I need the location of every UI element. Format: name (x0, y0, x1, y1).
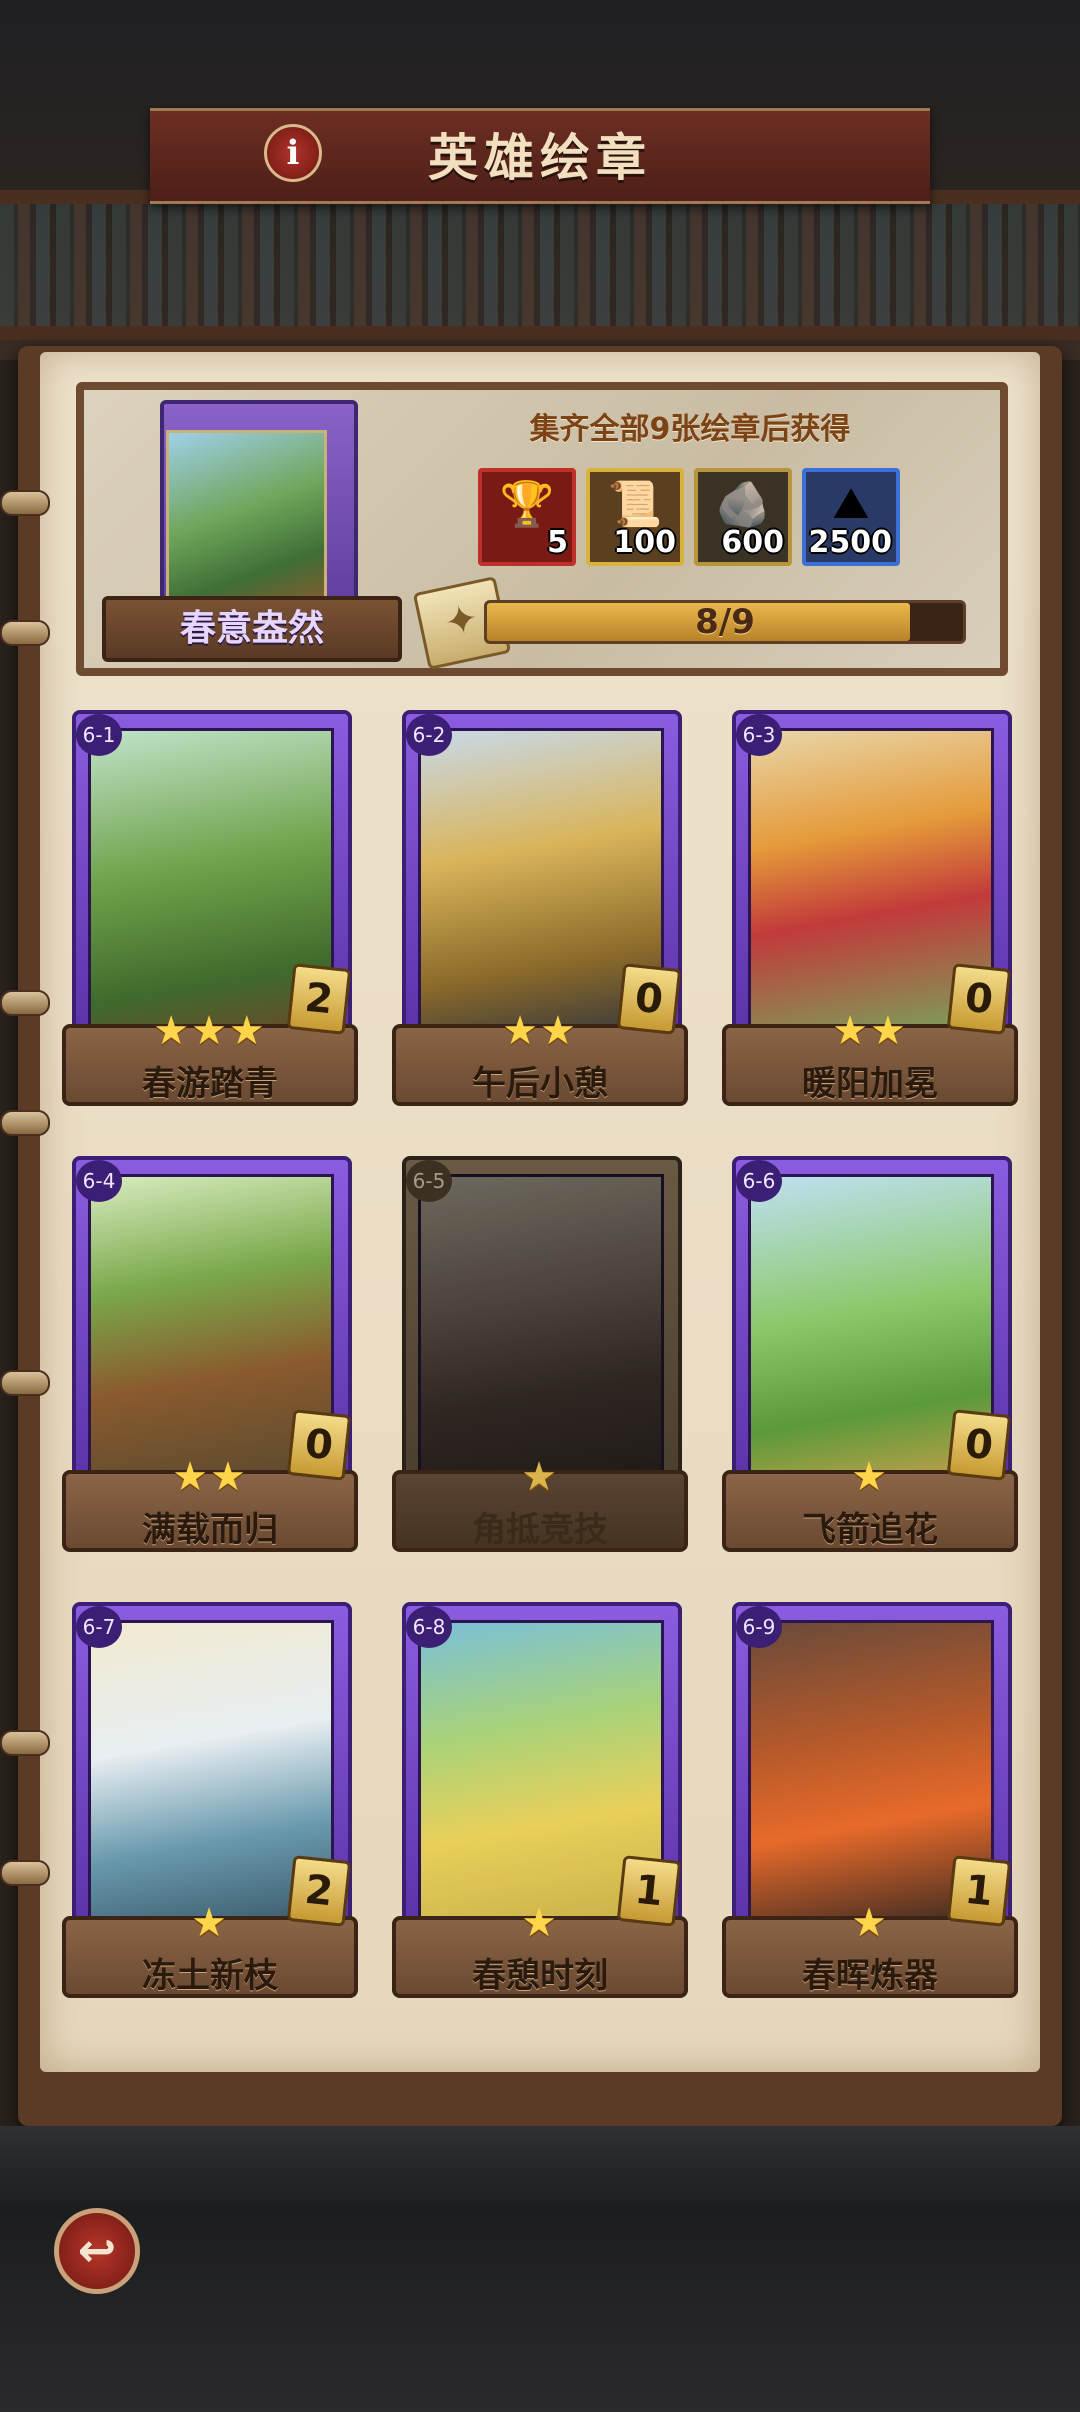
card-stars: ★ (521, 1454, 559, 1500)
reward-item[interactable]: 📜 100 (586, 468, 684, 566)
card-number: 6-5 (406, 1160, 452, 1202)
card-duplicate-count: 2 (286, 1855, 352, 1927)
card-number: 6-9 (736, 1606, 782, 1648)
card-duplicate-count: 0 (616, 963, 682, 1035)
bookshelf-background (0, 190, 1080, 340)
picture-card[interactable]: 6-9 ★ 春晖炼器 1 (722, 1602, 1018, 2002)
reward-item[interactable]: 🏆 5 (478, 468, 576, 566)
card-name: 春游踏青 (142, 1064, 278, 1104)
shelf-board (0, 326, 1080, 340)
card-number: 6-7 (76, 1606, 122, 1648)
reward-title: 集齐全部9张绘章后获得 (529, 412, 851, 447)
picture-card[interactable]: 6-4 ★★ 满载而归 0 (62, 1156, 358, 1556)
back-button[interactable]: ↩ (54, 2208, 140, 2294)
chest-icon: 🏆 (499, 479, 555, 530)
binder-ring (0, 1730, 50, 1756)
binder-ring (0, 620, 50, 646)
picture-card[interactable]: 6-6 ★ 飞箭追花 0 (722, 1156, 1018, 1556)
picture-card[interactable]: 6-2 ★★ 午后小憩 0 (392, 710, 688, 1110)
scroll-icon: 📜 (607, 479, 663, 530)
binder-ring (0, 1370, 50, 1396)
card-number: 6-6 (736, 1160, 782, 1202)
binder-ring (0, 990, 50, 1016)
album-cover-art (166, 430, 327, 611)
card-name: 午后小憩 (472, 1064, 608, 1104)
binder-ring (0, 490, 50, 516)
reward-amount: 100 (613, 525, 676, 560)
card-name: 春晖炼器 (802, 1956, 938, 1996)
card-number: 6-4 (76, 1160, 122, 1202)
collection-progress-bar: 8/9 (484, 600, 966, 644)
card-name: 角抵竞技 (472, 1510, 608, 1550)
card-number: 6-3 (736, 714, 782, 756)
picture-card[interactable]: 6-7 ★ 冻土新枝 2 (62, 1602, 358, 2002)
card-number: 6-8 (406, 1606, 452, 1648)
card-duplicate-count: 2 (286, 963, 352, 1035)
reward-item[interactable]: 🪨 600 (694, 468, 792, 566)
card-art (418, 1174, 664, 1480)
card-number: 6-1 (76, 714, 122, 756)
card-name: 春憩时刻 (472, 1956, 608, 1996)
card-name: 冻土新枝 (142, 1956, 278, 1996)
binder-ring (0, 1110, 50, 1136)
reward-item[interactable]: ⛰ 2500 (802, 468, 900, 566)
picture-card[interactable]: 6-3 ★★ 暖阳加冕 0 (722, 710, 1018, 1110)
card-duplicate-count: 1 (616, 1855, 682, 1927)
picture-card[interactable]: 6-1 ★★★ 春游踏青 2 (62, 710, 358, 1110)
reward-amount: 2500 (808, 525, 893, 560)
bottom-bar (0, 2126, 1080, 2412)
reward-amount: 600 (721, 525, 784, 560)
ore-icon: 🪨 (715, 479, 771, 530)
picture-card[interactable]: 6-5 ★ 角抵竞技 (392, 1156, 688, 1556)
card-duplicate-count: 0 (946, 963, 1012, 1035)
reward-amount: 5 (547, 525, 568, 560)
binder-ring (0, 1860, 50, 1886)
page-title: 英雄绘章 (428, 129, 652, 187)
card-name: 暖阳加冕 (802, 1064, 938, 1104)
gold-ore-icon: ⛰ (832, 478, 870, 529)
card-duplicate-count: 0 (946, 1409, 1012, 1481)
picture-card[interactable]: 6-8 ★ 春憩时刻 1 (392, 1602, 688, 2002)
progress-text: 8/9 (695, 602, 755, 642)
card-name: 飞箭追花 (802, 1510, 938, 1550)
card-duplicate-count: 0 (286, 1409, 352, 1481)
album-name: 春意盎然 (102, 596, 402, 662)
card-duplicate-count: 1 (946, 1855, 1012, 1927)
card-number: 6-2 (406, 714, 452, 756)
card-name: 满载而归 (142, 1510, 278, 1550)
